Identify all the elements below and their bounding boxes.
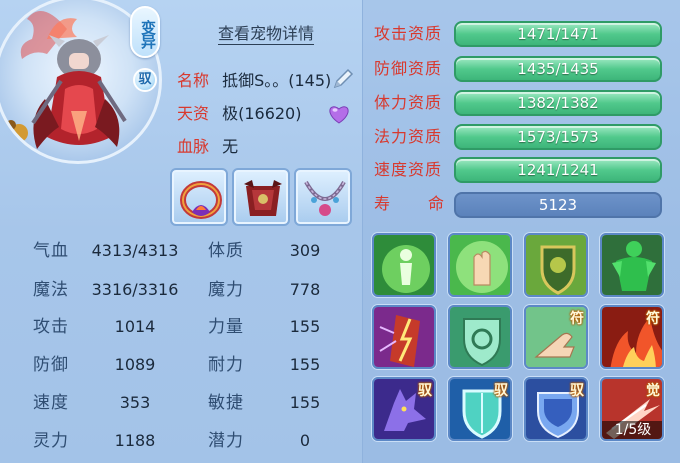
pet-bloodline-row: 血脉 无 [177,136,238,158]
stat-label-spirit: 灵力 [33,431,69,451]
skill-slot-3[interactable] [524,233,588,297]
skill-tag-yu-1: 驭 [418,383,432,399]
green-palm-icon [450,235,510,295]
aptitude-bar-attack: 1471/1471 [454,21,662,47]
skill-slot-4[interactable] [600,233,664,297]
edit-name-icon[interactable] [330,68,356,92]
stat-label-speed: 速度 [33,393,69,413]
stat-label-hp: 气血 [33,241,69,261]
stat-value-hp: 4313/4313 [91,241,179,260]
stat-label-potential: 潜力 [208,431,244,451]
lightning-talisman-icon [374,307,434,367]
skill-slot-7[interactable]: 符 [524,305,588,369]
pet-aptitude-row: 天资 极(16620) [177,103,301,125]
pet-aptitude-label: 天资 [177,104,210,123]
skill-tag-yu-3: 驭 [570,383,584,399]
lifespan-label-1: 寿 [374,194,392,213]
demon-armor-icon [244,180,282,216]
skill-slot-9[interactable]: 驭 [372,377,436,441]
pet-detail-panel: 变异 驭 查看宠物详情 名称 抵御S。。(145) 天资 极(16620) 血脉… [0,0,680,463]
skill-slot-10[interactable]: 驭 [448,377,512,441]
lifespan-label-2: 命 [428,194,446,213]
variant-badge: 变异 [130,6,160,58]
aptitude-label-attack: 攻击资质 [374,24,443,43]
green-muscle-icon [602,235,662,295]
stat-value-strength: 155 [289,317,321,336]
equipment-slot-armor[interactable] [232,168,290,226]
stat-value-defense: 1089 [114,355,156,374]
skill-slot-1[interactable] [372,233,436,297]
green-aura-figure-icon [374,235,434,295]
equipment-slot-necklace[interactable] [294,168,352,226]
skill-slot-8[interactable]: 符 [600,305,664,369]
aptitude-bar-speed: 1241/1241 [454,157,662,183]
skill-tag-fu: 符 [570,311,584,327]
aptitude-bar-magic: 1573/1573 [454,124,662,150]
green-shield-swirl-icon [450,307,510,367]
pet-name-row: 名称 抵御S。。(145) [177,70,331,92]
heart-icon[interactable] [328,104,350,124]
pet-bloodline-label: 血脉 [177,137,210,156]
skill-slot-12[interactable]: 觉 1/5级 [600,377,664,441]
stat-label-defense: 防御 [33,355,69,375]
stat-value-speed: 353 [119,393,151,412]
stat-value-spirit: 1188 [114,431,156,450]
tamed-badge: 驭 [133,68,157,92]
stat-label-strength: 力量 [208,317,244,337]
skill-slot-2[interactable] [448,233,512,297]
stat-value-endurance: 155 [289,355,321,374]
equipment-slot-collar[interactable] [170,168,228,226]
skill-slot-11[interactable]: 驭 [524,377,588,441]
stat-value-attack: 1014 [114,317,156,336]
pet-bloodline-value: 无 [222,137,239,156]
stat-label-constitution: 体质 [208,241,244,261]
lifespan-bar: 5123 [454,192,662,218]
skill-slot-5[interactable] [372,305,436,369]
gem-necklace-icon [304,181,346,216]
awaken-skill-level: 1/5级 [602,421,662,439]
aptitude-bar-defense: 1435/1435 [454,56,662,82]
pet-name-value: 抵御S。。(145) [222,71,332,90]
stat-label-mp: 魔法 [33,280,69,300]
fire-collar-icon [180,181,222,219]
aptitude-bar-stamina: 1382/1382 [454,90,662,116]
stat-label-magic: 魔力 [208,280,244,300]
aptitude-label-speed: 速度资质 [374,160,443,179]
stat-value-potential: 0 [299,431,311,450]
stat-label-agility: 敏捷 [208,393,244,413]
skill-tag-fu-2: 符 [646,311,660,327]
aptitude-label-magic: 法力资质 [374,127,443,146]
skill-slot-6[interactable] [448,305,512,369]
pet-name-label: 名称 [177,71,210,90]
pet-overview: 变异 驭 查看宠物详情 名称 抵御S。。(145) 天资 极(16620) 血脉… [0,0,362,463]
view-pet-details-link[interactable]: 查看宠物详情 [218,20,314,44]
aptitude-label-stamina: 体力资质 [374,93,443,112]
stat-value-agility: 155 [289,393,321,412]
aptitude-label-defense: 防御资质 [374,59,443,78]
stat-label-attack: 攻击 [33,317,69,337]
stat-value-constitution: 309 [289,241,321,260]
stat-label-endurance: 耐力 [208,355,244,375]
stat-value-magic: 778 [289,280,321,299]
pet-aptitude-value: 极(16620) [222,104,302,123]
skill-tag-jue: 觉 [646,383,660,399]
skill-tag-yu-2: 驭 [494,383,508,399]
shield-emblem-icon [526,235,586,295]
stat-value-mp: 3316/3316 [91,280,179,299]
